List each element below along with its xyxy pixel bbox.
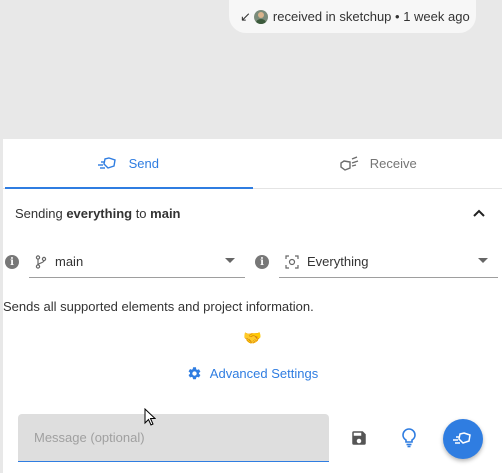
- active-tab-indicator: [5, 187, 253, 189]
- tab-send[interactable]: Send: [3, 139, 253, 188]
- advanced-settings-label: Advanced Settings: [209, 366, 319, 381]
- filter-select-group: i Everything: [255, 246, 498, 278]
- filter-select[interactable]: Everything: [279, 246, 498, 278]
- handshake-icon: 🤝: [243, 330, 262, 347]
- tips-button[interactable]: [399, 428, 419, 448]
- send-summary: Sending everything to main: [15, 206, 181, 221]
- tab-receive[interactable]: Receive: [253, 139, 502, 188]
- save-button[interactable]: [349, 428, 369, 448]
- message-input[interactable]: [18, 414, 329, 462]
- stream-card: Send Receive Sending everything to main …: [3, 139, 502, 473]
- summary-what: everything: [66, 205, 133, 221]
- chevron-down-icon: [225, 258, 235, 263]
- chevron-up-icon[interactable]: [472, 206, 486, 220]
- gear-icon: [188, 367, 201, 380]
- summary-branch: main: [150, 205, 181, 221]
- send-icon: [453, 432, 471, 444]
- lightbulb-icon: [402, 428, 416, 448]
- summary-middle: to: [132, 205, 151, 221]
- tab-send-label: Send: [128, 156, 159, 171]
- advanced-settings-button[interactable]: Advanced Settings: [3, 366, 502, 381]
- info-icon[interactable]: i: [255, 255, 269, 269]
- mouse-cursor-icon: [144, 408, 156, 426]
- info-icon[interactable]: i: [5, 255, 19, 269]
- activity-notification[interactable]: ↙ received in sketchup • 1 week ago: [229, 0, 476, 33]
- send-fab-button[interactable]: [443, 419, 483, 459]
- save-icon: [352, 431, 366, 445]
- branch-select-group: i main: [5, 246, 245, 278]
- tab-bar: Send Receive: [3, 139, 502, 189]
- received-arrow-icon: ↙: [240, 8, 251, 24]
- branch-select-value: main: [55, 254, 84, 269]
- tab-receive-label: Receive: [369, 156, 417, 171]
- select-row: i main i Everything: [3, 237, 502, 287]
- activity-text: received in sketchup • 1 week ago: [272, 9, 470, 24]
- branch-select[interactable]: main: [29, 246, 245, 278]
- send-footer: [3, 410, 502, 470]
- summary-prefix: Sending: [15, 205, 67, 221]
- filter-everything-icon: [285, 254, 299, 269]
- avatar: [253, 9, 268, 24]
- filter-select-value: Everything: [307, 254, 369, 269]
- receive-icon: [340, 155, 358, 171]
- branch-icon: [35, 254, 47, 269]
- filter-description: Sends all supported elements and project…: [3, 299, 314, 314]
- chevron-down-icon: [478, 258, 488, 263]
- send-icon: [97, 156, 116, 169]
- send-summary-header[interactable]: Sending everything to main: [3, 189, 502, 237]
